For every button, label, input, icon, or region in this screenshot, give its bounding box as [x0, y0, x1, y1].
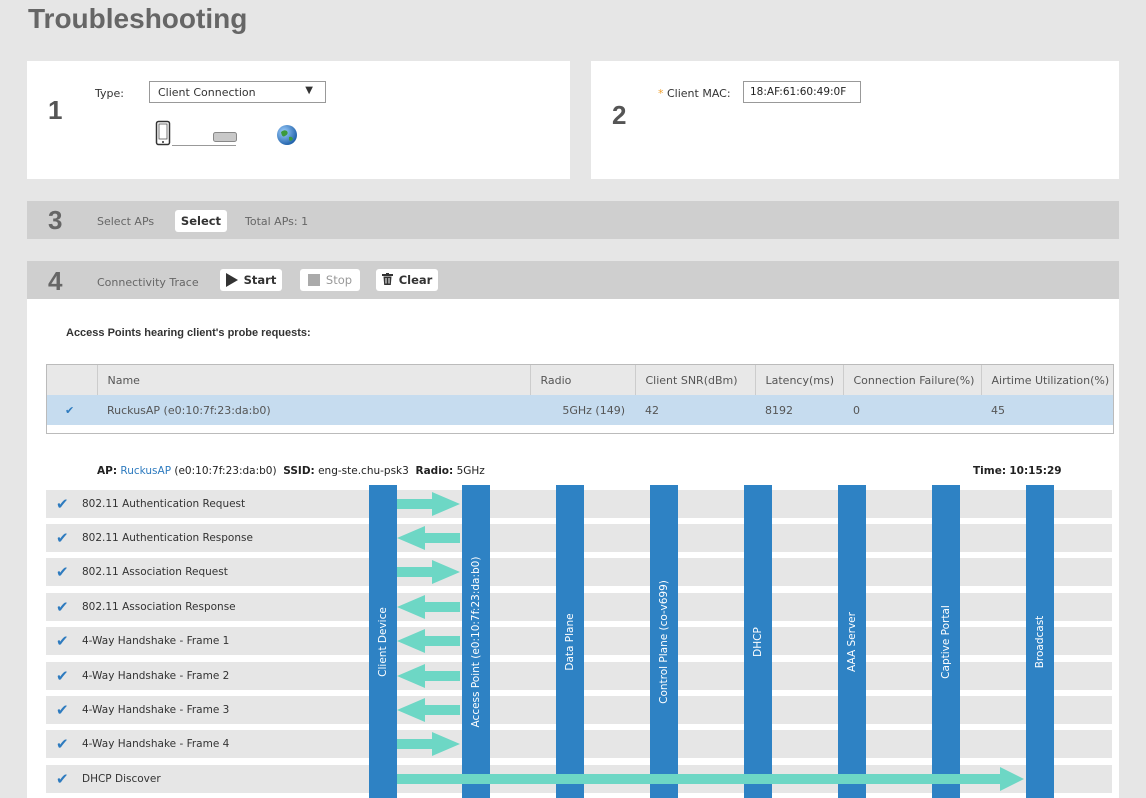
arrow-right-icon — [397, 560, 460, 584]
flow-arrows — [397, 492, 1024, 791]
arrow-right-icon — [397, 492, 460, 516]
arrow-right-icon — [397, 732, 460, 756]
arrow-left-icon — [397, 526, 460, 550]
arrow-left-icon — [397, 595, 460, 619]
arrow-left-icon — [397, 698, 460, 722]
arrow-right-icon — [397, 767, 1024, 791]
arrow-left-icon — [397, 629, 460, 653]
arrow-left-icon — [397, 664, 460, 688]
